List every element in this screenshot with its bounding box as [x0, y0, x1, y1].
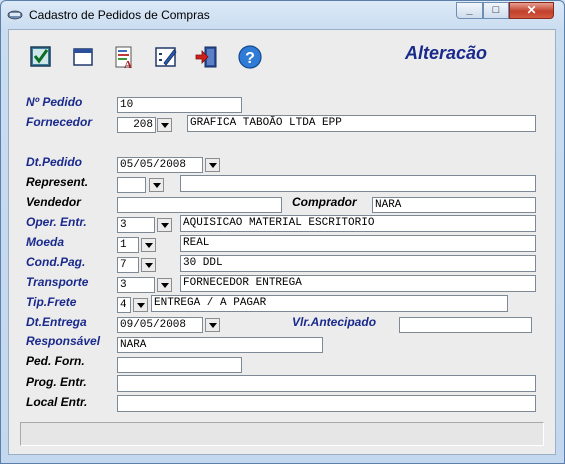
tip-frete-label: Tip.Frete	[26, 295, 77, 309]
moeda-dropdown-button[interactable]	[141, 238, 156, 252]
maximize-button[interactable]: □	[483, 2, 509, 19]
represent-label: Represent.	[26, 175, 89, 189]
represent-name-field[interactable]	[180, 175, 536, 192]
ped-forn-label: Ped. Forn.	[26, 354, 85, 368]
represent-dropdown-button[interactable]	[149, 178, 164, 192]
minimize-button[interactable]: _	[456, 2, 483, 19]
represent-code-field[interactable]	[117, 177, 146, 193]
comprador-field[interactable]: NARA	[372, 197, 536, 213]
tip-frete-name-field[interactable]: ENTREGA / A PAGAR	[151, 295, 508, 312]
title-bar[interactable]: Cadastro de Pedidos de Compras _ □ ✕	[1, 1, 564, 29]
confirm-check-icon[interactable]	[28, 44, 54, 70]
transporte-dropdown-button[interactable]	[157, 278, 172, 292]
vlr-antecipado-label: Vlr.Antecipado	[292, 315, 377, 329]
transporte-code-field[interactable]: 3	[117, 277, 155, 293]
fornecedor-label: Fornecedor	[26, 115, 93, 129]
comprador-label: Comprador	[292, 195, 357, 209]
tip-frete-dropdown-button[interactable]	[133, 298, 148, 312]
cond-pag-dropdown-button[interactable]	[141, 258, 156, 272]
cond-pag-label: Cond.Pag.	[26, 255, 86, 269]
n-pedido-label: Nº Pedido	[26, 95, 83, 109]
vendedor-label: Vendedor	[26, 195, 81, 209]
close-icon: ✕	[526, 3, 537, 17]
dt-pedido-field[interactable]: 05/05/2008	[117, 157, 203, 173]
form-panel: A ? Alteracão Nº Pedido 10 Fornecedor 20…	[8, 29, 556, 455]
moeda-name-field[interactable]: REAL	[180, 235, 536, 252]
responsavel-field[interactable]: NARA	[117, 337, 323, 353]
prog-entr-label: Prog. Entr.	[26, 375, 87, 389]
fornecedor-dropdown-button[interactable]	[157, 118, 172, 132]
dt-entrega-field[interactable]: 09/05/2008	[117, 317, 203, 333]
help-icon[interactable]: ?	[237, 44, 263, 70]
oper-entr-code-field[interactable]: 3	[117, 217, 155, 233]
svg-text:?: ?	[245, 50, 255, 67]
ped-forn-field[interactable]	[117, 357, 242, 373]
dt-pedido-label: Dt.Pedido	[26, 155, 82, 169]
local-entr-field[interactable]	[117, 395, 536, 412]
moeda-code-field[interactable]: 1	[117, 237, 139, 253]
vlr-antecipado-field[interactable]	[399, 317, 532, 333]
app-window: Cadastro de Pedidos de Compras _ □ ✕ A ?…	[0, 0, 565, 464]
fornecedor-code-field[interactable]: 208	[117, 117, 156, 133]
maximize-icon: □	[492, 4, 500, 16]
transporte-label: Transporte	[26, 275, 89, 289]
edit-form-icon[interactable]	[153, 44, 179, 70]
dt-entrega-dropdown-button[interactable]	[205, 318, 220, 332]
responsavel-label: Responsável	[26, 334, 101, 348]
window-title: Cadastro de Pedidos de Compras	[29, 8, 210, 22]
close-button[interactable]: ✕	[509, 2, 554, 19]
minimize-icon: _	[466, 4, 473, 16]
oper-entr-name-field[interactable]: AQUISICAO MATERIAL ESCRITORIO	[180, 215, 536, 232]
tip-frete-code-field[interactable]: 4	[117, 297, 131, 313]
svg-text:A: A	[124, 59, 132, 70]
n-pedido-field[interactable]: 10	[117, 97, 242, 113]
vendedor-field[interactable]	[117, 197, 282, 213]
mode-label: Alteracão	[405, 43, 488, 63]
app-icon	[7, 10, 23, 20]
moeda-label: Moeda	[26, 235, 65, 249]
dt-pedido-dropdown-button[interactable]	[205, 158, 220, 172]
status-bar	[20, 422, 544, 446]
document-print-icon[interactable]: A	[111, 44, 137, 70]
exit-door-icon[interactable]	[194, 44, 220, 70]
cond-pag-code-field[interactable]: 7	[117, 257, 139, 273]
prog-entr-field[interactable]	[117, 375, 536, 392]
local-entr-label: Local Entr.	[26, 395, 88, 409]
fornecedor-name-field[interactable]: GRAFICA TABOÃO LTDA EPP	[187, 115, 536, 132]
cond-pag-name-field[interactable]: 30 DDL	[180, 255, 536, 272]
dt-entrega-label: Dt.Entrega	[26, 315, 87, 329]
oper-entr-label: Oper. Entr.	[26, 215, 87, 229]
window-icon[interactable]	[70, 44, 96, 70]
oper-entr-dropdown-button[interactable]	[157, 218, 172, 232]
transporte-name-field[interactable]: FORNECEDOR ENTREGA	[180, 275, 536, 292]
